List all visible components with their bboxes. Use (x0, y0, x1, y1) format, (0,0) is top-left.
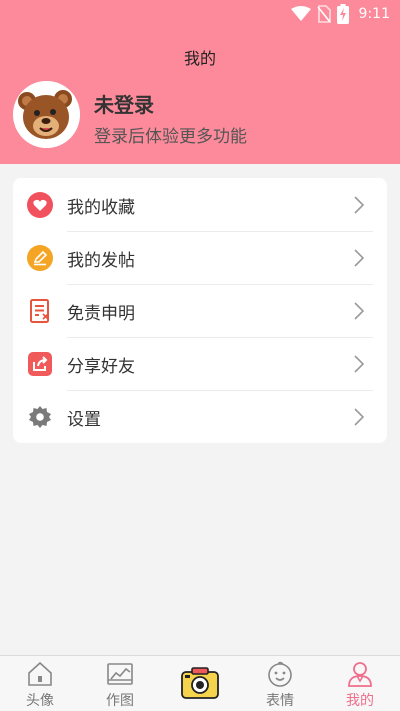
menu-item-label: 分享好友 (67, 357, 135, 377)
tab-label: 我的 (346, 693, 374, 709)
menu-item-share-friends[interactable]: 分享好友 (13, 337, 387, 390)
profile-header: 9:11 我的 未登录 登录后体验更多功能 (0, 0, 400, 164)
status-icons: 9:11 (290, 4, 390, 24)
chevron-right-icon (354, 196, 365, 214)
tab-create-image[interactable]: 作图 (80, 656, 160, 711)
wifi-icon (290, 6, 311, 21)
chevron-right-icon (354, 408, 365, 426)
menu-item-favorites[interactable]: 我的收藏 (13, 178, 387, 231)
camera-icon (181, 667, 219, 699)
document-icon (30, 299, 49, 323)
menu-item-label: 设置 (67, 410, 101, 430)
tab-label: 作图 (106, 693, 134, 709)
menu-item-label: 我的收藏 (67, 198, 135, 218)
person-icon (348, 662, 372, 687)
chevron-right-icon (354, 355, 365, 373)
home-icon (28, 661, 52, 686)
battery-charging-icon (336, 4, 349, 24)
menu-item-my-posts[interactable]: 我的发帖 (13, 231, 387, 284)
menu-item-label: 我的发帖 (67, 251, 135, 271)
status-time: 9:11 (358, 6, 390, 22)
menu-item-label: 免责申明 (67, 304, 135, 324)
gear-icon (29, 406, 51, 428)
tab-label: 表情 (266, 693, 294, 709)
share-icon (28, 352, 52, 376)
tab-avatar[interactable]: 头像 (0, 656, 80, 711)
user-name[interactable]: 未登录 (94, 89, 154, 118)
baby-face-icon (268, 661, 292, 687)
menu-item-settings[interactable]: 设置 (13, 390, 387, 443)
tab-expressions[interactable]: 表情 (240, 656, 320, 711)
login-prompt[interactable]: 登录后体验更多功能 (94, 122, 247, 147)
chevron-right-icon (354, 249, 365, 267)
status-bar: 9:11 (0, 0, 400, 28)
tab-label: 头像 (26, 693, 54, 709)
no-sim-icon (316, 5, 331, 23)
chevron-right-icon (354, 302, 365, 320)
menu-card: 我的收藏 我的发帖 免责申明 分享好友 设置 (13, 178, 387, 443)
page-title: 我的 (183, 49, 216, 68)
menu-item-disclaimer[interactable]: 免责申明 (13, 284, 387, 337)
avatar[interactable] (13, 81, 80, 148)
bottom-tab-bar: 头像 作图 表情 我的 (0, 655, 400, 711)
tab-mine[interactable]: 我的 (320, 656, 400, 711)
tab-camera[interactable] (160, 656, 240, 711)
heart-icon (27, 192, 53, 218)
edit-icon (27, 245, 53, 271)
image-chart-icon (107, 663, 133, 685)
bear-avatar-icon (13, 81, 80, 148)
